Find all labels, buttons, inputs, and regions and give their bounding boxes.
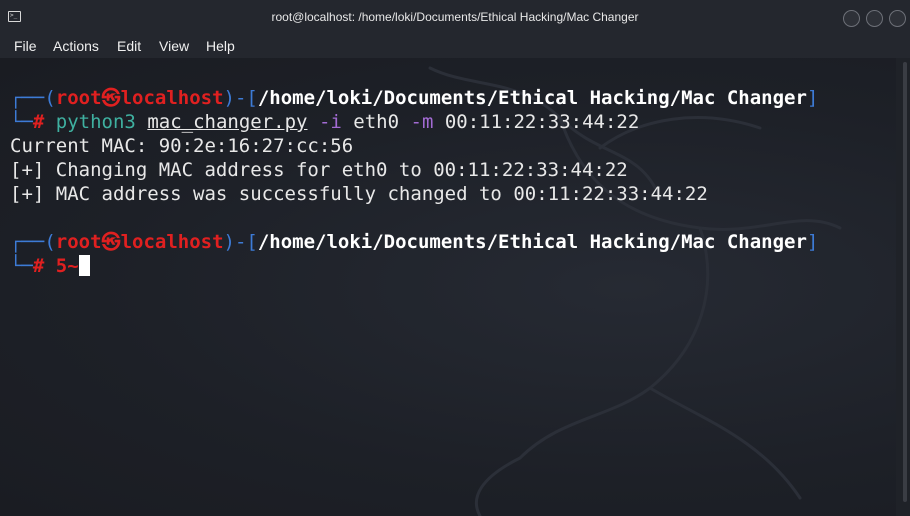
prompt-host: localhost <box>120 231 224 253</box>
command-script: mac_changer.py <box>147 111 308 133</box>
title-bar: >_ root@localhost: /home/loki/Documents/… <box>0 0 910 36</box>
prompt-line-1: ┌──(root㉿localhost)-[/home/loki/Document… <box>10 86 818 110</box>
scrollbar-thumb[interactable] <box>903 62 907 502</box>
window-title: root@localhost: /home/loki/Documents/Eth… <box>271 10 639 24</box>
prompt-paren-open: ( <box>44 231 56 253</box>
prompt-paren-close: )-[ <box>223 231 258 253</box>
prompt-at: ㉿ <box>101 231 121 253</box>
output-changing: [+] Changing MAC address for eth0 to 00:… <box>10 159 628 181</box>
menu-file[interactable]: File <box>14 38 37 54</box>
prompt-path: /home/loki/Documents/Ethical Hacking/Mac… <box>257 87 807 109</box>
command-interface: eth0 <box>353 111 400 133</box>
close-button[interactable] <box>889 10 906 27</box>
prompt-corner-lower: └─ <box>10 111 33 133</box>
prompt-bracket-end: ] <box>806 231 819 253</box>
terminal-output[interactable]: ┌──(root㉿localhost)-[/home/loki/Document… <box>0 58 896 516</box>
command-line-1: └─# python3 mac_changer.py -i eth0 -m 00… <box>10 110 639 134</box>
command-flag-m: -m <box>410 111 434 133</box>
prompt-hash: # <box>32 255 45 277</box>
prompt-corner-lower: └─ <box>10 255 33 277</box>
command-line-2[interactable]: └─# 5~ <box>10 254 90 278</box>
menu-bar: File Actions Edit View Help <box>0 36 910 58</box>
prompt-at: ㉿ <box>101 87 121 109</box>
command-flag-i: -i <box>318 111 342 133</box>
prompt-paren-close: )-[ <box>223 87 258 109</box>
menu-edit[interactable]: Edit <box>117 38 141 54</box>
command-name: python3 <box>55 111 136 133</box>
prompt-hash: # <box>32 111 45 133</box>
text-cursor <box>78 255 90 276</box>
minimize-button[interactable] <box>843 10 860 27</box>
command-input[interactable]: 5~ <box>56 255 79 277</box>
prompt-corner: ┌── <box>10 231 45 253</box>
menu-actions[interactable]: Actions <box>53 38 99 54</box>
command-mac: 00:11:22:33:44:22 <box>444 111 640 133</box>
prompt-user: root <box>55 231 102 253</box>
prompt-bracket-end: ] <box>806 87 819 109</box>
output-success: [+] MAC address was successfully changed… <box>10 183 708 205</box>
menu-view[interactable]: View <box>159 38 189 54</box>
prompt-paren-open: ( <box>44 87 56 109</box>
prompt-host: localhost <box>120 87 224 109</box>
menu-help[interactable]: Help <box>206 38 235 54</box>
prompt-path: /home/loki/Documents/Ethical Hacking/Mac… <box>257 231 807 253</box>
prompt-line-2: ┌──(root㉿localhost)-[/home/loki/Document… <box>10 230 818 254</box>
maximize-button[interactable] <box>866 10 883 27</box>
prompt-user: root <box>55 87 102 109</box>
output-current-mac: Current MAC: 90:2e:16:27:cc:56 <box>10 135 354 157</box>
prompt-corner: ┌── <box>10 87 45 109</box>
